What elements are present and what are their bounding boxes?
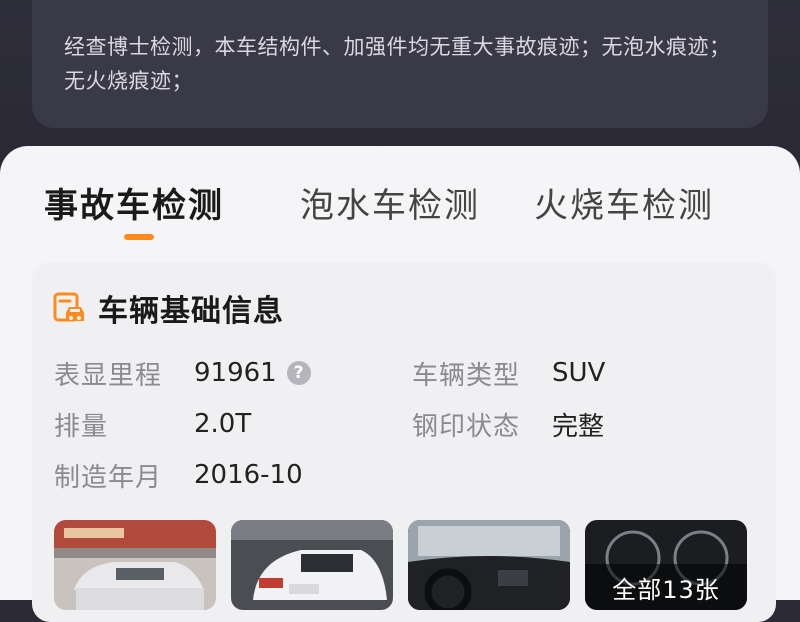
car-interior-photo-icon xyxy=(408,520,570,610)
field-value-manufacture-date: 2016-10 xyxy=(194,460,303,490)
vehicle-photo-thumbnail-more[interactable]: 全部13张 xyxy=(585,520,747,610)
vehicle-photo-thumbnail[interactable] xyxy=(408,520,570,610)
car-document-icon xyxy=(53,292,84,322)
field-value-vin-stamp: 完整 xyxy=(552,411,605,442)
info-card-header: 车辆基础信息 xyxy=(52,288,284,329)
detection-tabs: 事故车检测 泡水车检测 火烧车检测 xyxy=(0,146,800,246)
detection-summary-card: 经查博士检测，本车结构件、加强件均无重大事故痕迹；无泡水痕迹；无火烧痕迹； xyxy=(32,0,768,128)
mileage-value: 91961 xyxy=(194,358,277,388)
field-displacement: 排量 2.0T xyxy=(54,407,374,442)
car-front-photo-icon xyxy=(54,520,216,610)
field-value-displacement: 2.0T xyxy=(194,409,252,439)
tab-fire-detection[interactable]: 火烧车检测 xyxy=(534,178,714,227)
photo-count-label: 全部13张 xyxy=(612,575,720,604)
field-value-vehicle-type: SUV xyxy=(552,358,606,388)
question-mark-icon[interactable]: ? xyxy=(286,361,311,385)
info-card-title: 车辆基础信息 xyxy=(98,294,284,329)
vehicle-photo-thumbnail[interactable] xyxy=(231,520,393,610)
field-manufacture-date: 制造年月 2016-10 xyxy=(54,458,374,493)
field-vin-stamp-status: 钢印状态 完整 xyxy=(412,407,752,442)
field-value-mileage: 91961 ? xyxy=(194,358,311,388)
detection-summary-text: 经查博士检测，本车结构件、加强件均无重大事故痕迹；无泡水痕迹；无火烧痕迹； xyxy=(64,35,731,93)
active-tab-indicator xyxy=(124,234,154,240)
car-rear-photo-icon xyxy=(231,520,393,610)
field-vehicle-type: 车辆类型 SUV xyxy=(412,356,752,391)
field-label-manufacture-date: 制造年月 xyxy=(54,462,163,493)
field-mileage: 表显里程 91961 ? xyxy=(54,356,374,391)
field-label-mileage: 表显里程 xyxy=(54,360,163,391)
field-label-displacement: 排量 xyxy=(54,411,109,442)
photo-count-overlay: 全部13张 xyxy=(585,564,747,610)
field-label-vin-stamp: 钢印状态 xyxy=(412,411,521,442)
vehicle-photo-thumbnail[interactable] xyxy=(54,520,216,610)
tab-flood-detection[interactable]: 泡水车检测 xyxy=(300,178,480,227)
field-label-vehicle-type: 车辆类型 xyxy=(412,360,521,391)
tab-accident-detection[interactable]: 事故车检测 xyxy=(44,178,224,227)
